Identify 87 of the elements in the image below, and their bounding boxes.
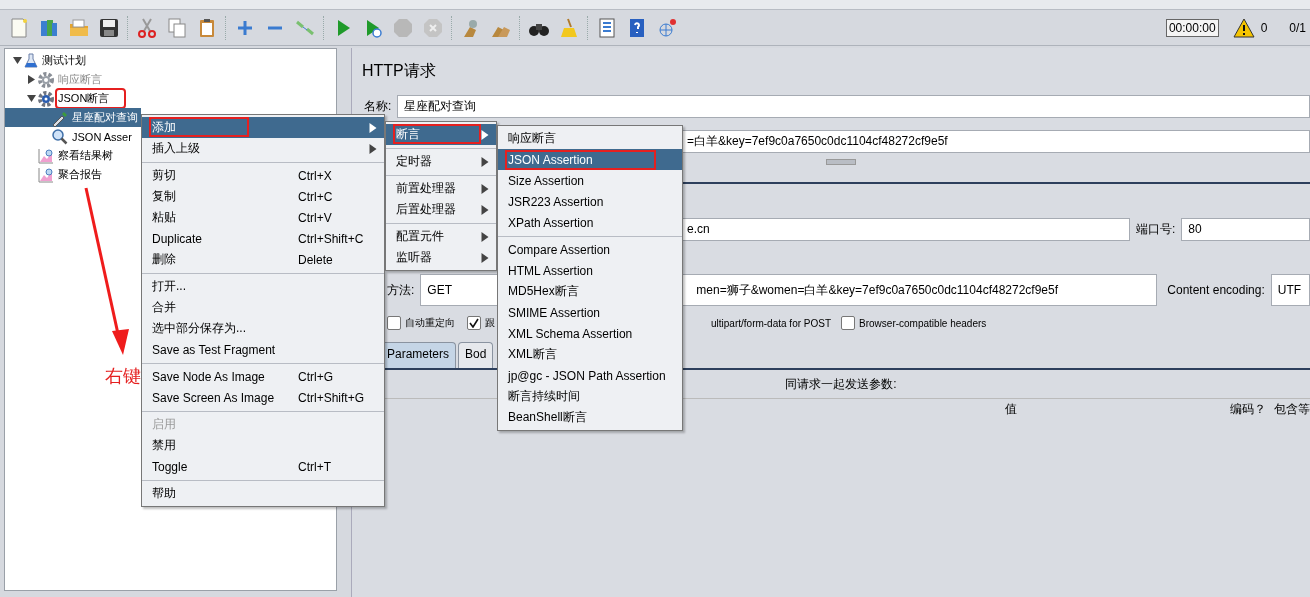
shortcut-text: Ctrl+Shift+G xyxy=(298,390,366,405)
menu-item[interactable]: 添加 xyxy=(142,117,384,138)
menu-item[interactable]: 定时器 xyxy=(386,151,496,172)
menu-item[interactable]: Toggle Ctrl+T xyxy=(142,456,384,477)
splitter-handle[interactable] xyxy=(826,159,856,165)
checkbox[interactable] xyxy=(387,316,401,330)
menu-item[interactable]: 监听器 xyxy=(386,247,496,268)
shortcut-text: Ctrl+V xyxy=(298,210,333,225)
tree-item[interactable]: JSON断言 xyxy=(5,89,127,108)
menu-item[interactable]: BeanShell断言 xyxy=(498,407,682,428)
thread-count: 0/1 xyxy=(1289,20,1306,35)
menu-item[interactable]: 配置元件 xyxy=(386,226,496,247)
option-label: Browser-compatible headers xyxy=(859,317,987,329)
menu-item[interactable]: Size Assertion xyxy=(498,170,682,191)
flask-icon xyxy=(23,52,39,69)
column-header: 编码？ xyxy=(1230,400,1266,418)
menu-item[interactable]: 断言 xyxy=(386,124,496,145)
column-header: 值 xyxy=(1005,400,1017,418)
column-header: 包含等 xyxy=(1274,400,1310,418)
menu-item[interactable]: 禁用 xyxy=(142,435,384,456)
checkbox[interactable] xyxy=(467,316,481,330)
option-label: ultipart/form-data for POST xyxy=(711,317,832,329)
warning-icon[interactable] xyxy=(1232,17,1255,38)
submenu-arrow-icon xyxy=(480,252,490,263)
field-label: 方法: xyxy=(387,281,415,299)
tree-item[interactable]: 察看结果树 xyxy=(5,146,116,165)
menu-item[interactable]: XML Schema Assertion xyxy=(498,323,682,344)
error-count: 0 xyxy=(1260,20,1268,35)
option-label: 跟 xyxy=(485,316,495,330)
annotation-label: 右键 xyxy=(105,365,141,388)
menu-item[interactable]: 复制 Ctrl+C xyxy=(142,186,384,207)
submenu-arrow-icon xyxy=(368,122,378,133)
menu-item[interactable]: jp@gc - JSON Path Assertion xyxy=(498,365,682,386)
shortcut-text: Ctrl+C xyxy=(298,189,334,204)
gear-icon xyxy=(37,70,55,89)
shortcut-text: Ctrl+Shift+C xyxy=(298,231,365,246)
shortcut-text: Ctrl+X xyxy=(298,168,333,183)
menu-item[interactable]: 帮助 xyxy=(142,483,384,504)
gear-icon xyxy=(37,89,55,108)
checkbox[interactable] xyxy=(841,316,856,330)
field-label: 端口号: xyxy=(1136,220,1176,238)
shortcut-text: Delete xyxy=(298,252,334,267)
menu-item[interactable]: 选中部分保存为... xyxy=(142,318,384,339)
port-field[interactable]: 80 xyxy=(1181,217,1310,241)
submenu-arrow-icon xyxy=(480,231,490,242)
tab[interactable]: Bod xyxy=(458,342,494,368)
menu-item[interactable]: 前置处理器 xyxy=(386,178,496,199)
option-label: 自动重定向 xyxy=(405,316,455,330)
elapsed-time: 00:00:00 xyxy=(1165,18,1219,37)
menu-item[interactable]: XML断言 xyxy=(498,344,682,365)
collapse-icon[interactable] xyxy=(12,56,22,65)
shortcut-text: Ctrl+T xyxy=(298,459,332,474)
menu-item[interactable]: 插入上级 xyxy=(142,138,384,159)
field-label: Content encoding: xyxy=(1167,283,1265,297)
menu-item[interactable]: Compare Assertion xyxy=(498,239,682,260)
magnifier-icon xyxy=(51,127,69,146)
menu-item[interactable]: Duplicate Ctrl+Shift+C xyxy=(142,228,384,249)
tree-item[interactable]: JSON Asser xyxy=(5,127,135,146)
submenu-arrow-icon xyxy=(480,183,490,194)
menu-item[interactable]: JSON Assertion xyxy=(498,149,682,170)
menu-item[interactable]: 粘贴 Ctrl+V xyxy=(142,207,384,228)
menu-item[interactable]: 响应断言 xyxy=(498,128,682,149)
submenu-arrow-icon xyxy=(480,129,490,140)
menu-item[interactable]: JSR223 Assertion xyxy=(498,191,682,212)
graph-icon xyxy=(37,146,55,165)
panel-title: HTTP请求 xyxy=(362,61,437,81)
graph-icon xyxy=(37,165,55,184)
submenu-arrow-icon xyxy=(368,143,378,154)
menu-item[interactable]: 打开... xyxy=(142,276,384,297)
field-label: 名称: xyxy=(364,97,392,115)
submenu-arrow-icon xyxy=(480,204,490,215)
encoding-field[interactable]: UTF xyxy=(1270,274,1310,306)
tree-item[interactable]: 星座配对查询 xyxy=(5,108,141,127)
menu-item[interactable]: 断言持续时间 xyxy=(498,386,682,407)
menu-item[interactable]: 删除 Delete xyxy=(142,249,384,270)
menu-item[interactable]: Save Node As Image Ctrl+G xyxy=(142,366,384,387)
tree-item[interactable]: 聚合报告 xyxy=(5,165,105,184)
shortcut-text: Ctrl+G xyxy=(298,369,334,384)
tree-item[interactable]: 测试计划 xyxy=(5,51,89,70)
menu-item[interactable]: 合并 xyxy=(142,297,384,318)
menu-item[interactable]: Save Screen As Image Ctrl+Shift+G xyxy=(142,387,384,408)
menu-item[interactable]: 后置处理器 xyxy=(386,199,496,220)
name-field[interactable]: 星座配对查询 xyxy=(397,94,1310,118)
collapse-icon[interactable] xyxy=(26,94,36,103)
menu-item[interactable]: 剪切 Ctrl+X xyxy=(142,165,384,186)
section-title: 同请求一起发送参数: xyxy=(785,375,897,393)
submenu-arrow-icon xyxy=(480,156,490,167)
